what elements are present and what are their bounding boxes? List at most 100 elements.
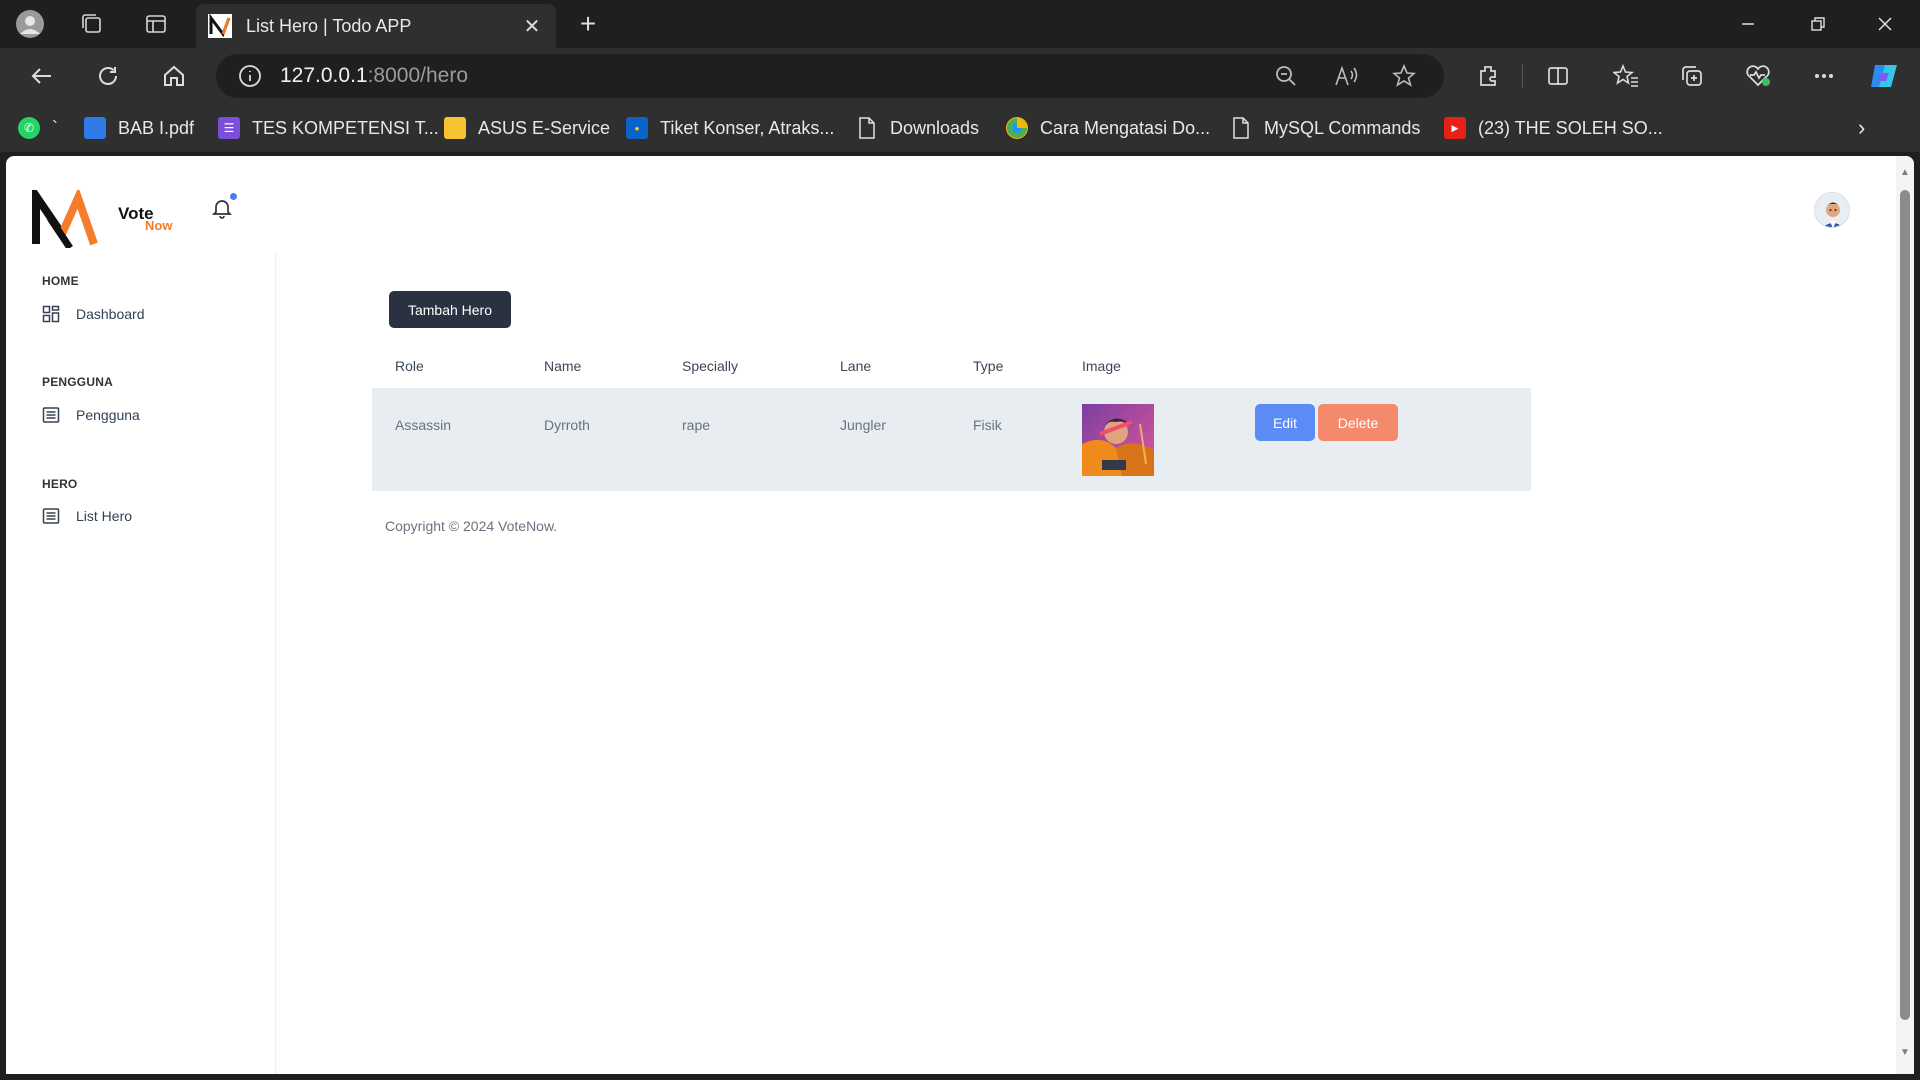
home-icon[interactable] <box>156 58 192 94</box>
file-icon <box>84 117 106 139</box>
profile-icon[interactable] <box>14 8 46 40</box>
hero-image <box>1082 404 1154 476</box>
refresh-icon[interactable] <box>90 58 126 94</box>
header-specially: Specially <box>682 358 739 374</box>
votenow-favicon-icon <box>208 14 232 38</box>
cell-lane: Jungler <box>840 417 886 433</box>
bookmark-label: BAB I.pdf <box>118 117 195 138</box>
sidebar-section-pengguna: PENGGUNA <box>42 375 113 389</box>
bookmark-label: ` <box>52 117 58 138</box>
whatsapp-icon: ✆ <box>18 117 40 139</box>
scrollbar[interactable]: ▲ ▼ <box>1896 156 1914 1074</box>
sidebar: HOME Dashboard PENGGUNA Pengguna HERO Li… <box>6 252 276 1074</box>
tab-actions-icon[interactable] <box>140 8 172 40</box>
tab-title: List Hero | Todo APP <box>246 15 412 36</box>
bookmark-bab-pdf[interactable]: BAB I.pdf <box>84 114 194 142</box>
page-icon <box>856 117 878 139</box>
workspaces-icon[interactable] <box>76 8 108 40</box>
bookmark-label: (23) THE SOLEH SO... <box>1478 117 1663 138</box>
list-icon <box>42 508 60 524</box>
sidebar-item-list-hero[interactable]: List Hero <box>42 504 132 528</box>
bookmark-whatsapp[interactable]: ✆ ` <box>18 114 58 142</box>
browser-essentials-icon[interactable] <box>1740 58 1776 94</box>
dashboard-icon <box>42 305 60 323</box>
header-role: Role <box>395 358 424 374</box>
url-path: :8000/hero <box>367 64 469 87</box>
bookmark-youtube[interactable]: ▶ (23) THE SOLEH SO... <box>1444 114 1663 142</box>
bookmark-label: TES KOMPETENSI T... <box>252 117 439 138</box>
sidebar-item-pengguna[interactable]: Pengguna <box>42 403 140 427</box>
bookmark-label: Cara Mengatasi Do... <box>1040 117 1211 138</box>
navigation-bar: 127.0.0.1:8000/hero <box>0 48 1920 104</box>
page-icon <box>1230 117 1252 139</box>
url-text[interactable]: 127.0.0.1:8000/hero <box>280 64 468 88</box>
new-tab-icon[interactable]: + <box>572 8 604 40</box>
restore-icon[interactable] <box>1783 0 1853 48</box>
notification-dot <box>230 193 237 200</box>
tab-close-icon[interactable]: ✕ <box>520 14 544 38</box>
title-bar: List Hero | Todo APP ✕ + <box>0 0 1920 48</box>
header-name: Name <box>544 358 582 374</box>
cell-type: Fisik <box>973 417 1002 433</box>
notification-bell-icon[interactable] <box>210 196 234 220</box>
bookmark-downloads[interactable]: Downloads <box>856 114 979 142</box>
sidebar-item-label: Pengguna <box>76 407 140 423</box>
votenow-logo-icon <box>32 190 98 248</box>
folder-icon <box>444 117 466 139</box>
header-image: Image <box>1082 358 1121 374</box>
table-row: Assassin Dyrroth rape Jungler Fisik Edit… <box>372 388 1531 491</box>
url-host: 127.0.0.1 <box>280 64 368 87</box>
page-viewport: Vote Now HOME Dashboard PENGGUNA Penggun… <box>6 156 1914 1074</box>
hero-table: Role Name Specially Lane Type Image Assa… <box>372 344 1531 491</box>
header-type: Type <box>973 358 1004 374</box>
copilot-icon[interactable] <box>1866 58 1902 94</box>
table-header: Role Name Specially Lane Type Image <box>372 344 1531 388</box>
collections-icon[interactable] <box>1674 58 1710 94</box>
brand-name-bottom: Now <box>145 218 173 233</box>
browser-window: List Hero | Todo APP ✕ + 127.0.0.1:8000/… <box>0 0 1920 1080</box>
sidebar-section-home: HOME <box>42 274 79 288</box>
cell-specially: rape <box>682 417 711 433</box>
user-avatar[interactable] <box>1814 192 1850 228</box>
scrollbar-thumb[interactable] <box>1900 190 1910 1020</box>
youtube-icon: ▶ <box>1444 117 1466 139</box>
more-menu-icon[interactable] <box>1806 58 1842 94</box>
bookmarks-bar: ✆ ` BAB I.pdf ☰ TES KOMPETENSI T... ASUS… <box>0 104 1920 152</box>
site-info-icon[interactable] <box>230 54 270 98</box>
bookmark-asus[interactable]: ASUS E-Service <box>444 114 610 142</box>
close-window-icon[interactable] <box>1850 0 1920 48</box>
edit-button[interactable]: Edit <box>1255 404 1315 441</box>
extensions-icon[interactable] <box>1470 58 1506 94</box>
tab-active[interactable]: List Hero | Todo APP ✕ <box>196 4 556 48</box>
add-hero-button[interactable]: Tambah Hero <box>389 291 511 328</box>
split-screen-icon[interactable] <box>1540 58 1576 94</box>
list-icon <box>42 407 60 423</box>
bookmark-tes-kompetensi[interactable]: ☰ TES KOMPETENSI T... <box>218 114 439 142</box>
delete-button[interactable]: Delete <box>1318 404 1398 441</box>
bookmark-label: MySQL Commands <box>1264 117 1421 138</box>
sidebar-item-label: List Hero <box>76 508 133 524</box>
bookmark-tiket[interactable]: ● Tiket Konser, Atraks... <box>626 114 834 142</box>
bookmark-cara-mengatasi[interactable]: Cara Mengatasi Do... <box>1006 114 1210 142</box>
read-aloud-icon[interactable] <box>1328 58 1364 94</box>
form-icon: ☰ <box>218 117 240 139</box>
scroll-down-icon[interactable]: ▼ <box>1899 1048 1911 1058</box>
minimize-icon[interactable] <box>1713 0 1783 48</box>
back-icon[interactable] <box>24 58 60 94</box>
tiket-icon: ● <box>626 117 648 139</box>
sidebar-item-label: Dashboard <box>76 306 145 322</box>
address-bar[interactable]: 127.0.0.1:8000/hero <box>216 54 1444 98</box>
bookmarks-more-chevron-icon[interactable]: › <box>1858 114 1865 142</box>
favorite-star-icon[interactable] <box>1386 58 1422 94</box>
favorites-icon[interactable] <box>1608 58 1644 94</box>
sidebar-item-dashboard[interactable]: Dashboard <box>42 302 145 326</box>
globe-icon <box>1006 117 1028 139</box>
cell-role: Assassin <box>395 417 452 433</box>
header-lane: Lane <box>840 358 872 374</box>
toolbar-divider <box>1522 64 1523 88</box>
footer-copyright: Copyright © 2024 VoteNow. <box>385 518 558 534</box>
bookmark-mysql[interactable]: MySQL Commands <box>1230 114 1420 142</box>
scroll-up-icon[interactable]: ▲ <box>1899 168 1911 178</box>
zoom-icon[interactable] <box>1268 58 1304 94</box>
bookmark-label: ASUS E-Service <box>478 117 611 138</box>
